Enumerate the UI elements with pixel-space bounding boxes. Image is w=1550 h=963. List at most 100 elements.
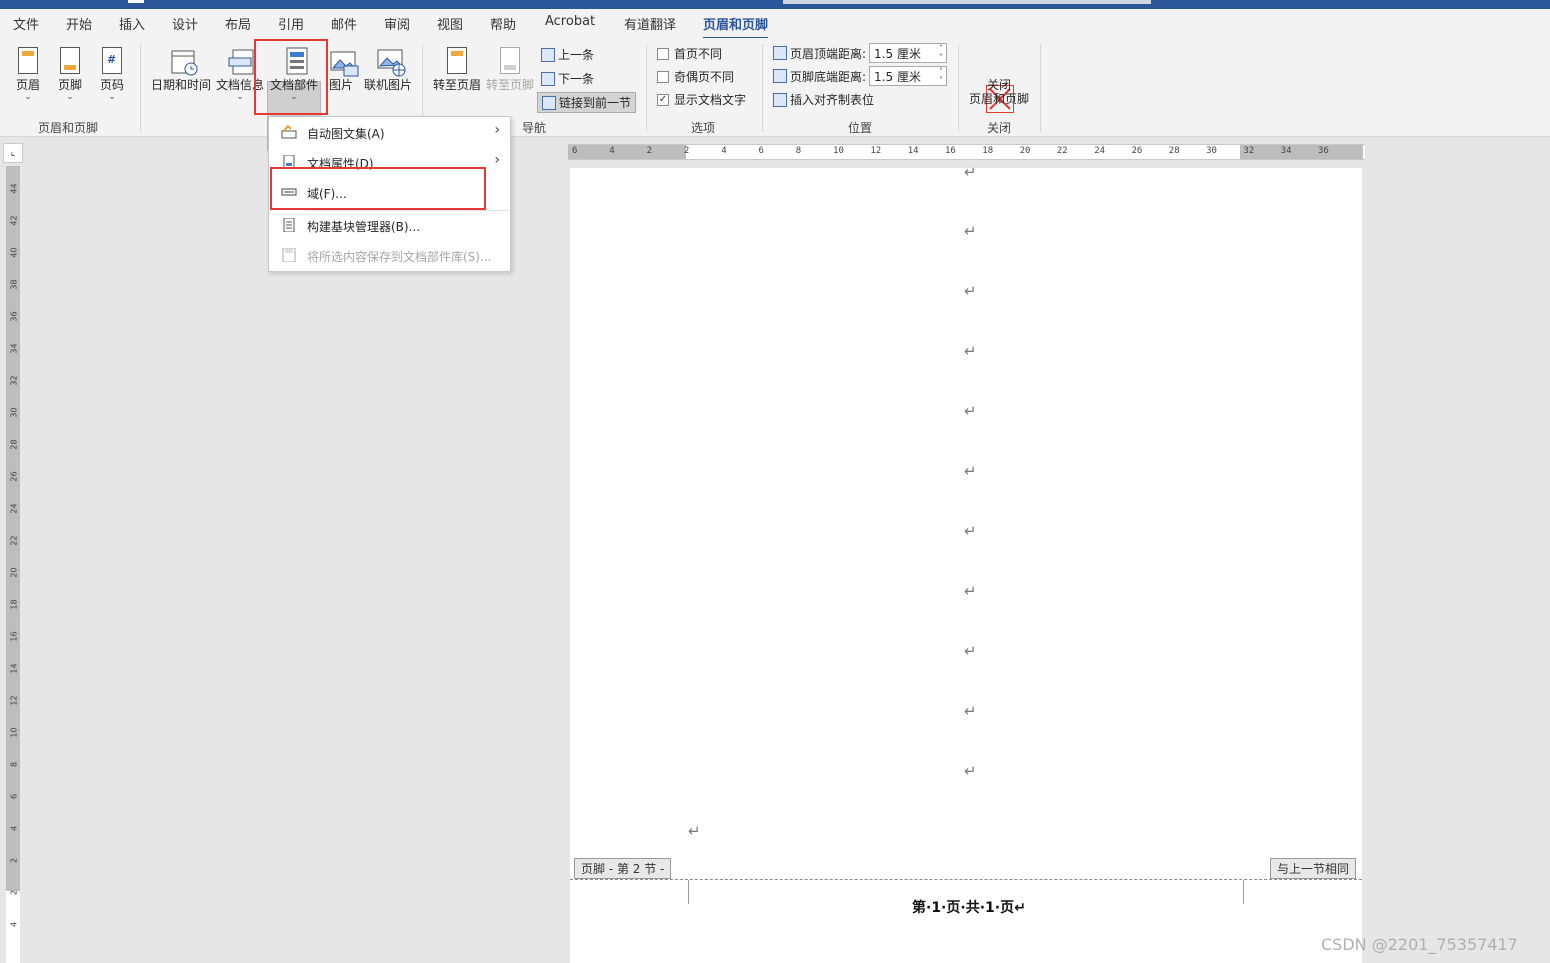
chevron-down-icon: ⌄ <box>66 92 74 102</box>
header-button-label: 页眉 <box>15 78 40 92</box>
ruler-number: 30 <box>9 407 19 418</box>
ruler-number: 30 <box>1206 146 1217 156</box>
ruler-number: 8 <box>795 146 802 156</box>
footer-position-icon <box>773 69 787 83</box>
close-label-line2: 页眉和页脚 <box>968 92 1029 106</box>
picture-button[interactable]: 图片 <box>324 46 359 92</box>
different-first-page-checkbox[interactable]: 首页不同 <box>657 45 722 62</box>
tab-help[interactable]: 帮助 <box>490 14 516 33</box>
ruler-number: 24 <box>1094 146 1106 156</box>
page-number-button[interactable]: # 页码 ⌄ <box>96 46 128 102</box>
menu-item-autotext[interactable]: 自动图文集(A) › <box>269 118 510 146</box>
building-blocks-icon <box>281 217 297 233</box>
goto-footer-button[interactable]: 转至页脚 <box>484 46 536 92</box>
next-icon <box>541 71 555 86</box>
footer-page-number-text[interactable]: 第·1·页·共·1·页↵ <box>912 897 1026 917</box>
spinner-arrows-icon[interactable]: ˄ ˅ <box>939 44 943 62</box>
footer-section-tag: 页脚 - 第 2 节 - <box>574 858 672 879</box>
autotext-icon <box>281 124 297 139</box>
ruler-number: 14 <box>907 146 919 156</box>
tab-header-footer[interactable]: 页眉和页脚 <box>703 14 769 39</box>
paragraph-mark: ↵ <box>964 642 977 660</box>
footer-button[interactable]: 页脚 ⌄ <box>54 46 86 102</box>
online-picture-icon <box>375 46 406 78</box>
ruler-number: 20 <box>1019 146 1031 156</box>
group-label-navigation: 导航 <box>522 121 547 135</box>
date-time-button[interactable]: 日期和时间 <box>150 46 212 92</box>
paragraph-mark: ↵ <box>964 522 977 540</box>
horizontal-ruler[interactable]: 6 4 2 2 4 6 8 10 12 14 16 18 20 22 24 26 28 30 32 34 36 <box>568 144 1365 160</box>
header-button[interactable]: 页眉 ⌄ <box>12 46 44 102</box>
menu-item-save-selection[interactable]: 将所选内容保存到文档部件库(S)... <box>269 241 510 269</box>
checkmark-icon: ✓ <box>657 93 669 106</box>
previous-label: 上一条 <box>558 48 595 62</box>
margin-corner-mark <box>1243 880 1244 904</box>
ruler-number: 22 <box>1056 146 1068 156</box>
footer-bottom-distance: 页脚底端距离: 1.5 厘米 ˄ ˅ <box>773 66 948 86</box>
goto-header-button[interactable]: 转至页眉 <box>430 46 484 92</box>
close-header-footer-button[interactable]: 关闭 页眉和页脚 <box>966 78 1032 106</box>
ruler-number: 6 <box>572 146 578 156</box>
title-bar-search-area[interactable] <box>783 0 1151 4</box>
page-number-icon: # <box>99 46 125 78</box>
previous-button[interactable]: 上一条 <box>541 46 594 63</box>
ruler-number: 28 <box>9 439 19 450</box>
different-odd-even-checkbox[interactable]: 奇偶页不同 <box>657 68 734 85</box>
tab-review[interactable]: 审阅 <box>384 14 410 33</box>
vertical-ruler[interactable]: 44 42 40 38 36 34 32 30 28 26 24 22 20 18 16 14 12 10 8 6 4 2… <box>6 166 20 963</box>
word-window: 文件 开始 插入 设计 布局 引用 邮件 审阅 视图 帮助 Acrobat 有道… <box>0 0 1550 963</box>
show-document-text-label: 显示文档文字 <box>674 93 747 107</box>
tab-references[interactable]: 引用 <box>278 14 304 33</box>
tab-design[interactable]: 设计 <box>172 14 198 33</box>
ruler-number: 12 <box>9 695 19 706</box>
header-position-icon <box>773 46 787 60</box>
tab-file[interactable]: 文件 <box>13 14 39 33</box>
group-label-close: 关闭 <box>987 121 1012 135</box>
footer-bottom-input[interactable]: 1.5 厘米 ˄ ˅ <box>869 66 948 86</box>
tab-layout[interactable]: 布局 <box>225 14 251 33</box>
menu-item-building-blocks-organizer[interactable]: 构建基块管理器(B)... <box>269 211 510 239</box>
ruler-number: 26 <box>1131 146 1143 156</box>
show-document-text-checkbox[interactable]: ✓ 显示文档文字 <box>657 91 746 108</box>
calendar-clock-icon <box>168 46 198 78</box>
tab-insert[interactable]: 插入 <box>119 14 145 33</box>
ruler-number: 4 <box>9 921 19 928</box>
online-picture-button[interactable]: 联机图片 <box>362 46 414 92</box>
tab-acrobat[interactable]: Acrobat <box>545 14 595 29</box>
ruler-number: 44 <box>9 183 19 194</box>
paragraph-mark: ↵ <box>964 163 977 181</box>
chevron-right-icon: › <box>494 122 500 138</box>
paragraph-mark: ↵ <box>688 822 701 840</box>
link-to-previous-button[interactable]: 链接到前一节 <box>537 92 637 113</box>
tab-home[interactable]: 开始 <box>66 14 92 33</box>
header-top-input[interactable]: 1.5 厘米 ˄ ˅ <box>869 43 948 63</box>
tab-youdao[interactable]: 有道翻译 <box>624 14 676 33</box>
checkbox-box <box>657 70 669 83</box>
close-label-line1: 关闭 <box>986 78 1011 92</box>
ruler-number: 10 <box>833 146 844 156</box>
ruler-number: 8 <box>9 761 19 768</box>
tab-stop-selector[interactable]: ⌞ <box>3 143 23 163</box>
goto-footer-label: 转至页脚 <box>485 78 534 92</box>
ruler-number: 16 <box>945 146 956 156</box>
title-bar-indicator <box>128 0 144 3</box>
ruler-number: 26 <box>9 471 19 482</box>
save-icon <box>281 247 297 263</box>
paragraph-mark: ↵ <box>964 462 977 480</box>
tab-mailings[interactable]: 邮件 <box>331 14 357 33</box>
group-divider <box>762 44 763 132</box>
picture-label: 图片 <box>328 78 353 92</box>
insert-alignment-tab-button[interactable]: 插入对齐制表位 <box>773 91 874 108</box>
spinner-arrows-icon[interactable]: ˄ ˅ <box>939 67 943 85</box>
tab-view[interactable]: 视图 <box>437 14 463 33</box>
ruler-number: 32 <box>9 375 19 386</box>
ruler-number: 42 <box>9 215 19 226</box>
document-info-icon <box>227 46 254 78</box>
paragraph-mark: ↵ <box>964 402 977 420</box>
ruler-number: 34 <box>9 343 19 354</box>
ruler-number: 24 <box>9 503 19 514</box>
next-button[interactable]: 下一条 <box>541 70 594 87</box>
building-blocks-label: 构建基块管理器(B)... <box>307 220 421 234</box>
link-to-previous-label: 链接到前一节 <box>559 96 632 110</box>
page-number-button-label: 页码 <box>99 78 124 92</box>
